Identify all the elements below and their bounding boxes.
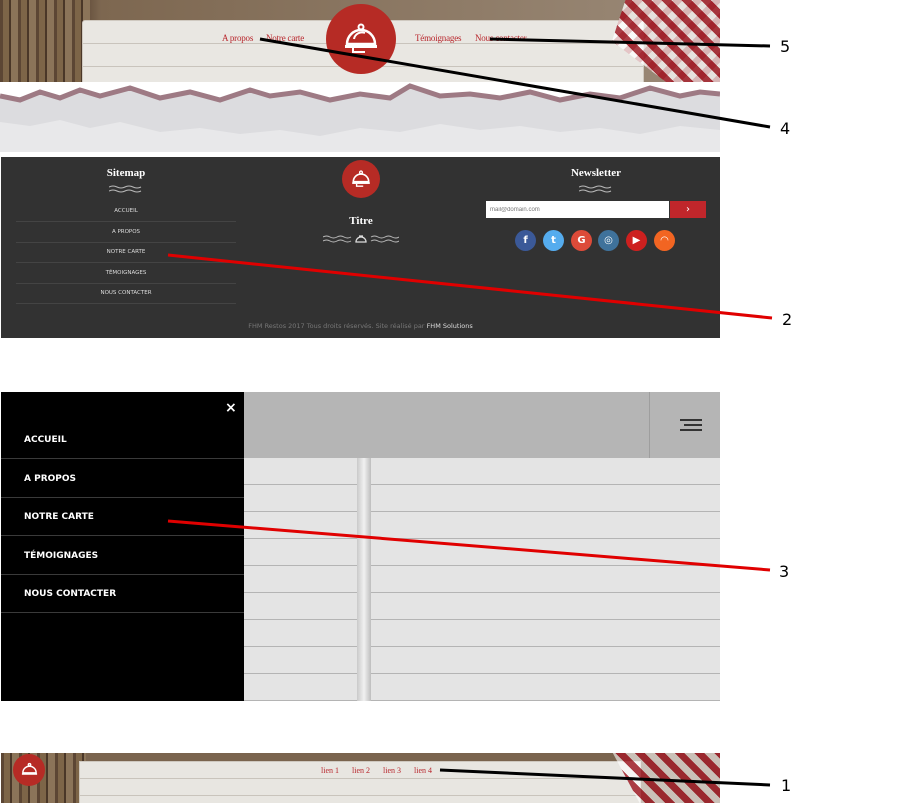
twitter-icon[interactable]: t xyxy=(543,230,564,251)
small-logo[interactable] xyxy=(13,754,45,786)
instagram-icon[interactable]: ◎ xyxy=(598,230,619,251)
logo[interactable] xyxy=(326,4,396,74)
copyright: FHM Restos 2017 Tous droits réservés. Si… xyxy=(1,322,720,330)
hamburger-button[interactable] xyxy=(649,392,720,458)
google-plus-icon[interactable]: G xyxy=(571,230,592,251)
torn-paper-separator xyxy=(0,82,720,152)
footer-logo[interactable] xyxy=(342,160,380,198)
small-nav-link-1[interactable]: lien 1 xyxy=(321,766,339,775)
sitemap-item-temoignages[interactable]: TÉMOIGNAGES xyxy=(16,263,236,284)
center-title: Titre xyxy=(349,215,373,227)
sitemap-title: Sitemap xyxy=(106,167,146,179)
mobile-menu-item-notre-carte[interactable]: NOTRE CARTE xyxy=(1,498,244,536)
nav-link-temoignages[interactable]: Témoignages xyxy=(415,33,461,43)
sitemap-item-accueil[interactable]: ACCUEIL xyxy=(16,201,236,222)
newsletter-submit-button[interactable]: › xyxy=(670,201,706,218)
small-nav-link-3[interactable]: lien 3 xyxy=(383,766,401,775)
newsletter-email-input[interactable] xyxy=(486,201,669,218)
wave-divider-icon xyxy=(579,185,612,193)
small-header-panel: lien 1 lien 2 lien 3 lien 4 xyxy=(1,753,720,803)
callout-number-5: 5 xyxy=(780,37,791,56)
facebook-icon[interactable]: f xyxy=(515,230,536,251)
sitemap-item-nous-contacter[interactable]: NOUS CONTACTER xyxy=(16,283,236,304)
sitemap-item-notre-carte[interactable]: NOTRE CARTE xyxy=(16,242,236,263)
mobile-menu-item-a-propos[interactable]: A PROPOS xyxy=(1,460,244,498)
close-icon[interactable]: × xyxy=(225,400,237,416)
cloche-icon xyxy=(345,23,377,53)
mobile-menu-item-temoignages[interactable]: TÉMOIGNAGES xyxy=(1,537,244,575)
chevron-right-icon: › xyxy=(686,204,690,215)
mobile-menu-panel: × ACCUEIL A PROPOS NOTRE CARTE TÉMOIGNAG… xyxy=(1,392,720,701)
youtube-icon[interactable]: ▶ xyxy=(626,230,647,251)
cloche-wave-divider-icon xyxy=(323,235,399,243)
copyright-text: FHM Restos 2017 Tous droits réservés. Si… xyxy=(248,322,425,330)
footer-panel: Sitemap ACCUEIL A PROPOS NOTRE CARTE TÉM… xyxy=(1,157,720,338)
copyright-link[interactable]: FHM Solutions xyxy=(427,322,473,330)
wood-background xyxy=(0,0,90,82)
rss-icon[interactable]: ◠ xyxy=(654,230,675,251)
cloche-icon xyxy=(352,170,370,187)
wave-divider-icon xyxy=(109,185,142,193)
nav-link-a-propos[interactable]: A propos xyxy=(222,33,253,43)
callout-number-2: 2 xyxy=(782,310,793,329)
callout-number-4: 4 xyxy=(780,119,791,138)
mobile-drawer: × ACCUEIL A PROPOS NOTRE CARTE TÉMOIGNAG… xyxy=(1,392,244,701)
mobile-menu-item-accueil[interactable]: ACCUEIL xyxy=(1,421,244,459)
cloche-icon xyxy=(21,762,37,775)
callout-number-3: 3 xyxy=(779,562,790,581)
small-nav-link-4[interactable]: lien 4 xyxy=(414,766,432,775)
small-nav-link-2[interactable]: lien 2 xyxy=(352,766,370,775)
header-panel: A propos Notre carte Témoignages Nous co… xyxy=(0,0,720,82)
notebook-background xyxy=(244,458,720,701)
wood-background xyxy=(1,753,86,803)
sitemap-item-a-propos[interactable]: A PROPOS xyxy=(16,222,236,243)
nav-link-notre-carte[interactable]: Notre carte xyxy=(266,33,304,43)
hamburger-icon xyxy=(680,419,702,431)
callout-number-1: 1 xyxy=(781,776,792,795)
newsletter-title: Newsletter xyxy=(570,167,622,179)
mobile-menu-item-nous-contacter[interactable]: NOUS CONTACTER xyxy=(1,575,244,613)
nav-link-nous-contacter[interactable]: Nous contacter xyxy=(475,33,527,43)
